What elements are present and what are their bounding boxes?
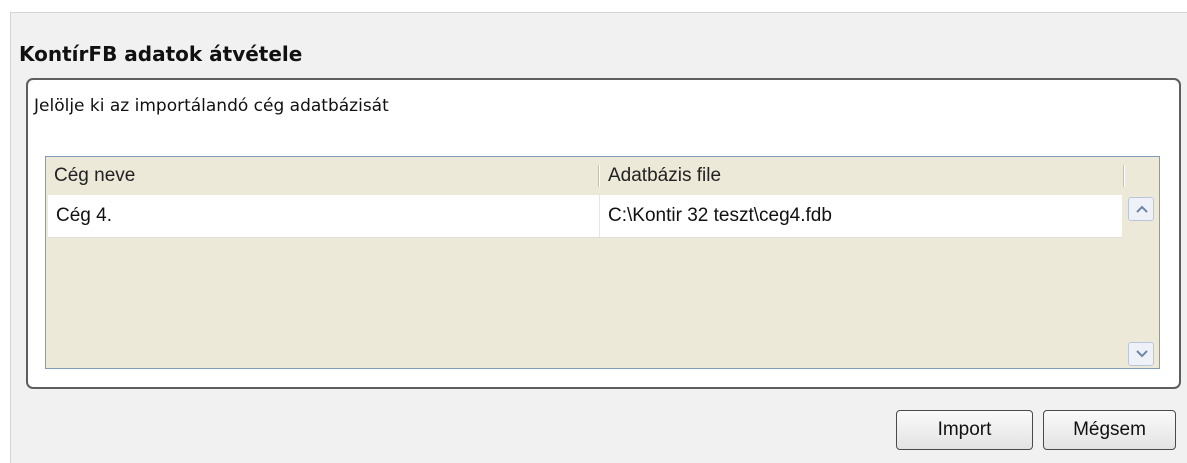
column-separator[interactable] (598, 165, 600, 187)
instruction-label: Jelölje ki az importálandó cég adatbázis… (34, 96, 389, 116)
chevron-down-icon (1136, 350, 1148, 358)
table-row[interactable]: Cég 4. C:\Kontir 32 teszt\ceg4.fdb (48, 195, 1122, 238)
database-grid[interactable]: Cég neve Adatbázis file Cég 4. C:\Kontir… (45, 156, 1160, 369)
cancel-button[interactable]: Mégsem (1043, 410, 1176, 450)
grid-header: Cég neve Adatbázis file (46, 157, 1125, 195)
import-button[interactable]: Import (896, 410, 1033, 450)
vertical-scrollbar[interactable] (1124, 195, 1159, 368)
scroll-up-button[interactable] (1128, 197, 1154, 221)
cell-company-name: Cég 4. (56, 205, 112, 226)
scroll-down-button[interactable] (1128, 342, 1154, 366)
column-header-database-file[interactable]: Adatbázis file (608, 165, 721, 187)
column-header-company-name[interactable]: Cég neve (54, 165, 135, 187)
column-separator[interactable] (1123, 165, 1125, 187)
cell-database-file: C:\Kontir 32 teszt\ceg4.fdb (608, 205, 832, 226)
dialog-title: KontírFB adatok átvétele (19, 42, 303, 66)
cell-separator (599, 195, 600, 237)
chevron-up-icon (1136, 205, 1148, 213)
